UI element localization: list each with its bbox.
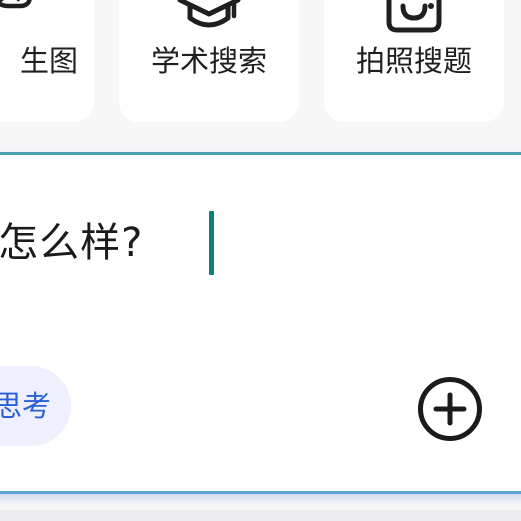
deep-think-label: 思考 bbox=[0, 389, 51, 423]
camera-icon bbox=[385, 0, 443, 38]
image-icon bbox=[0, 0, 34, 14]
screen: 生图 学术搜索 拍照搜题 i怎么样? 思考 bbox=[0, 0, 521, 521]
message-input[interactable]: i怎么样? bbox=[0, 211, 143, 275]
chat-composer: i怎么样? 思考 bbox=[0, 152, 521, 494]
graduation-cap-icon bbox=[176, 0, 242, 40]
bottom-bar bbox=[0, 510, 521, 521]
shortcut-label: 拍照搜题 bbox=[355, 44, 472, 78]
text-caret bbox=[209, 211, 214, 275]
shortcut-label: 学术搜索 bbox=[150, 44, 267, 78]
plus-circle-icon bbox=[417, 377, 483, 446]
shortcut-image-generation[interactable]: 生图 bbox=[0, 0, 94, 122]
shortcut-academic-search[interactable]: 学术搜索 bbox=[119, 0, 299, 122]
add-attachment-button[interactable] bbox=[417, 376, 483, 442]
shortcut-label: 生图 bbox=[19, 44, 78, 78]
shortcut-photo-search[interactable]: 拍照搜题 bbox=[324, 0, 504, 122]
deep-think-toggle[interactable]: 思考 bbox=[0, 366, 71, 446]
